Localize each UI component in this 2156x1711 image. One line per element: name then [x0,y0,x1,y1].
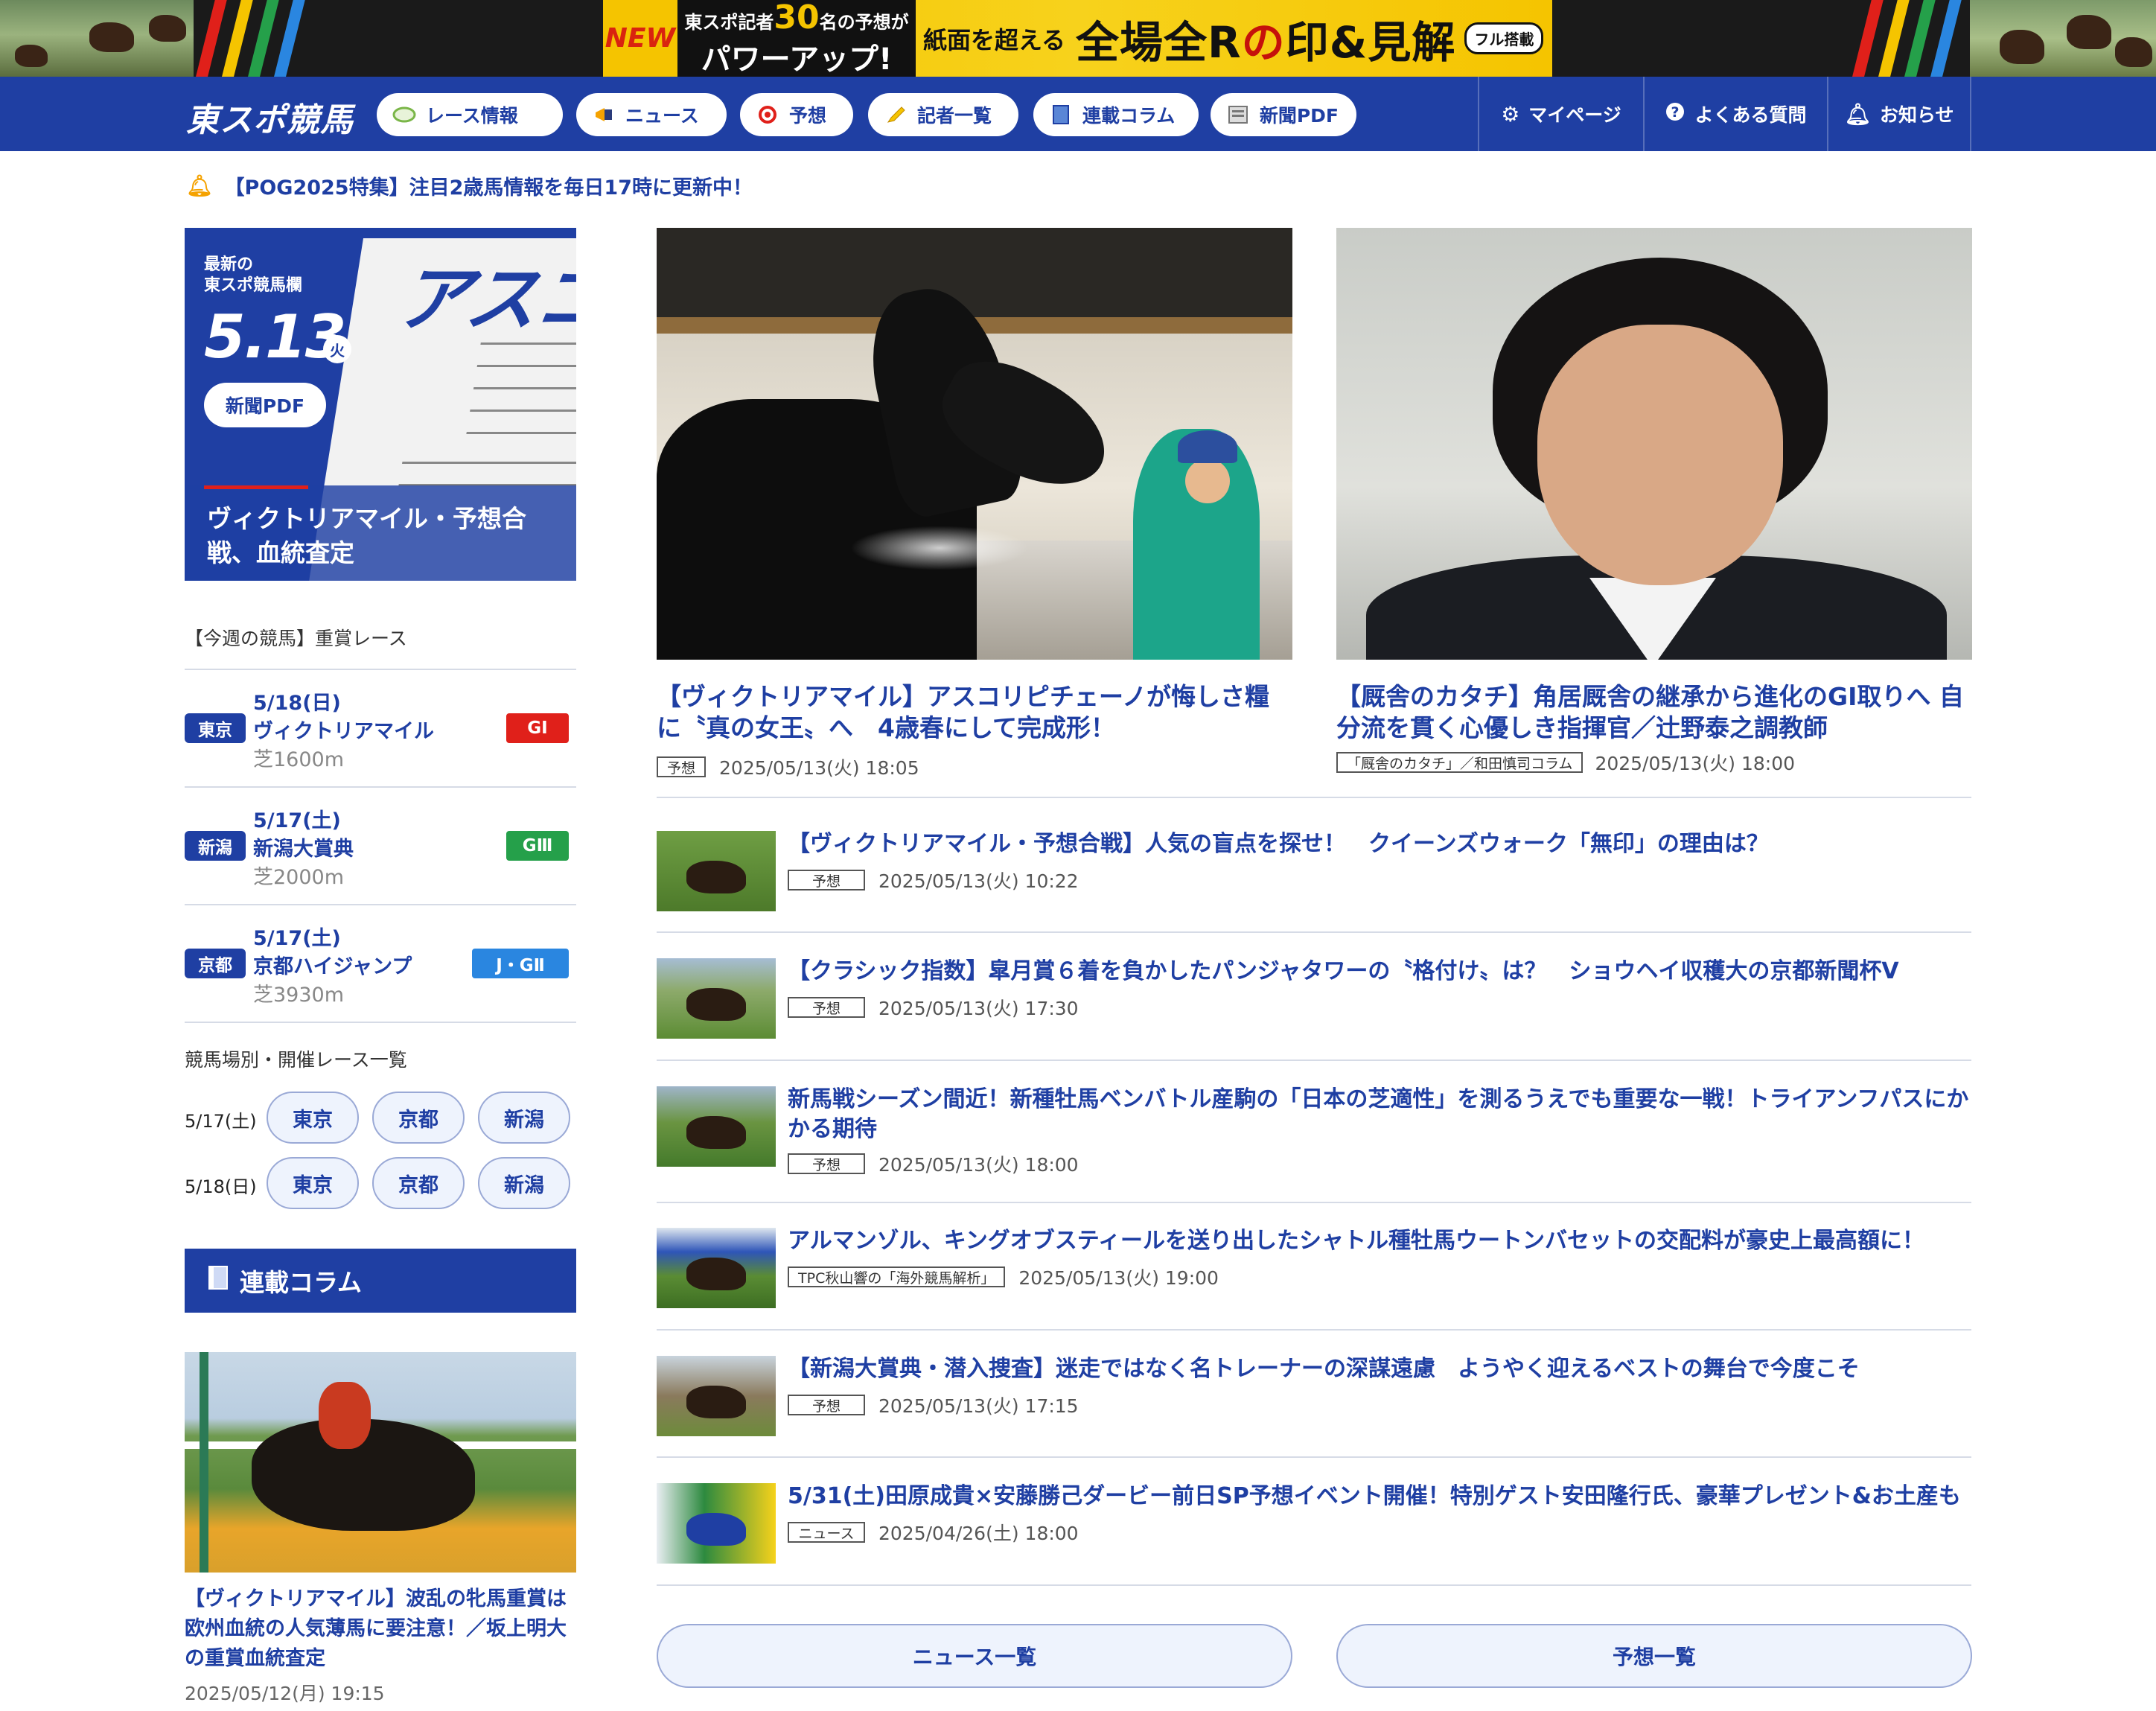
nav-race-info[interactable]: レース情報 [377,93,563,136]
article-thumbnail [657,1356,776,1436]
main-nav: 東スポ競馬 レース情報 ニュース 予想 記者一覧 連載コラム 新聞PDF ⚙ マイ… [0,77,2156,151]
race-row[interactable]: 東京 5/18(日) ヴィクトリアマイル 芝1600m GⅠ [185,669,576,786]
article-title[interactable]: 【ヴィクトリアマイル・予想合戦】人気の盲点を探せ！ クイーンズウォーク「無印」の… [788,829,1971,859]
article-list-item[interactable]: 【クラシック指数】皐月賞６着を負かしたパンジャタワーの〝格付け〟は？ ショウヘイ… [657,925,1971,1052]
article-list-item[interactable]: 新馬戦シーズン間近！新種牡馬ベンバトル産駒の「日本の芝適性」を測るうえでも重要な… [657,1054,1971,1202]
article-title[interactable]: 5/31(土)田原成貴×安藤勝己ダービー前日SP予想イベント開催！特別ゲスト安田… [788,1482,1971,1511]
category-tag: 予想 [788,997,865,1018]
category-tag: 予想 [788,1395,865,1415]
venue-button-kyoto[interactable]: 京都 [372,1092,465,1144]
article-thumbnail [657,1483,776,1564]
race-row[interactable]: 京都 5/17(土) 京都ハイジャンプ 芝3930m J・GⅡ [185,904,576,1022]
venue-button-kyoto[interactable]: 京都 [372,1157,465,1209]
hero-article-title[interactable]: 【ヴィクトリアマイル】アスコリピチェーノが悔しさ糧に〝真の女王〟へ 4歳春にして… [657,681,1292,744]
venue-button-niigata[interactable]: 新潟 [478,1157,570,1209]
article-title[interactable]: アルマンゾル、キングオブスティールを送り出したシャトル種牡馬ウートンバセットの交… [788,1226,1971,1256]
bell-icon: 🔔︎ [186,173,213,198]
column-article-title[interactable]: 【ヴィクトリアマイル】波乱の牝馬重賞は欧州血統の人気薄馬に要注意！／坂上明大の重… [185,1584,579,1674]
nav-faq[interactable]: ? よくある質問 [1643,77,1827,151]
book-icon [1048,105,1074,124]
pdf-caption: ヴィクトリアマイル・予想合戦、血統査定 [185,485,576,581]
nav-mypage[interactable]: ⚙ マイページ [1478,77,1643,151]
article-thumbnail [657,1086,776,1167]
race-name: 京都ハイジャンプ [253,955,412,978]
question-icon: ? [1665,101,1685,127]
article-list-item[interactable]: アルマンゾル、キングオブスティールを送り出したシャトル種牡馬ウートンバセットの交… [657,1195,1971,1322]
hero-photo-trainer[interactable] [1336,228,1972,660]
hero-article-meta: 予想 2025/05/13(火) 18:05 [657,753,919,780]
nav-notifications[interactable]: 🔔︎ お知らせ [1827,77,1971,151]
megaphone-icon [591,105,616,124]
column-photo[interactable] [185,1352,576,1573]
article-title[interactable]: 【クラシック指数】皐月賞６着を負かしたパンジャタワーの〝格付け〟は？ ショウヘイ… [788,957,1971,987]
book-icon [207,1264,229,1298]
venue-button-niigata[interactable]: 新潟 [478,1092,570,1144]
race-name: 新潟大賞典 [253,838,354,861]
weekly-races-heading: 【今週の競馬】重賞レース [185,628,407,649]
gear-icon: ⚙ [1501,101,1520,127]
article-thumbnail [657,1228,776,1308]
column-article-date: 2025/05/12(月) 19:15 [185,1683,385,1704]
nav-writers[interactable]: 記者一覧 [868,93,1018,136]
article-list-item[interactable]: 【新潟大賞典・潜入捜査】迷走ではなく名トレーナーの深謀遠慮 ようやく迎えるベスト… [657,1323,1971,1450]
race-name: ヴィクトリアマイル [253,720,434,743]
pdf-weekday: 火 [323,335,351,363]
venue-badge: 東京 [185,713,246,743]
article-list-item[interactable]: 5/31(土)田原成貴×安藤勝己ダービー前日SP予想イベント開催！特別ゲスト安田… [657,1450,1971,1577]
target-icon [755,105,780,124]
nav-news[interactable]: ニュース [576,93,727,136]
nav-prediction[interactable]: 予想 [740,93,853,136]
article-list-item[interactable]: 【ヴィクトリアマイル・予想合戦】人気の盲点を探せ！ クイーンズウォーク「無印」の… [657,798,1971,925]
nav-pdf[interactable]: 新聞PDF [1211,93,1356,136]
race-row[interactable]: 新潟 5/17(土) 新潟大賞典 芝2000m GⅢ [185,786,576,904]
pdf-date: 5.13 [204,302,346,372]
venue-button-tokyo[interactable]: 東京 [267,1092,359,1144]
pdf-button[interactable]: 新聞PDF [204,383,326,427]
hero-photo-horse[interactable] [657,228,1292,660]
banner-headline: 東スポ記者30名の予想が パワーアップ! [677,0,916,77]
venue-list-heading: 競馬場別・開催レース一覧 [185,1049,407,1071]
racetrack-icon [392,105,417,124]
banner-horse-photo-left [0,0,194,77]
category-tag: 予想 [788,870,865,890]
nav-column[interactable]: 連載コラム [1033,93,1199,136]
venue-button-tokyo[interactable]: 東京 [267,1157,359,1209]
venue-badge: 京都 [185,949,246,978]
newspaper-icon [1225,105,1251,124]
pdf-newspaper-card[interactable]: アスコリ 最新の 東スポ競馬欄 5.13 火 新聞PDF ヴィクトリアマイル・予想… [185,228,576,581]
svg-text:?: ? [1671,104,1680,121]
grade-badge: J・GⅡ [472,949,569,978]
hero-article-meta: 「厩舎のカタチ」／和田慎司コラム 2025/05/13(火) 18:00 [1336,749,1795,776]
banner-new-label: NEW [603,0,677,77]
news-list-button[interactable]: ニュース一覧 [657,1624,1292,1688]
category-tag: ニュース [788,1522,865,1543]
grade-badge: GⅢ [506,831,569,861]
article-title[interactable]: 新馬戦シーズン間近！新種牡馬ベンバトル産駒の「日本の芝適性」を測るうえでも重要な… [788,1085,1971,1144]
article-title[interactable]: 【新潟大賞典・潜入捜査】迷走ではなく名トレーナーの深謀遠慮 ようやく迎えるベスト… [788,1354,1971,1384]
bell-icon: 🔔︎ [1844,101,1872,127]
column-heading[interactable]: 連載コラム [185,1249,576,1313]
category-tag: TPC秋山響の「海外競馬解析」 [788,1266,1006,1287]
category-tag: 予想 [788,1153,865,1174]
grade-badge: GⅠ [506,713,569,743]
pencil-icon [883,105,908,124]
article-thumbnail [657,958,776,1039]
banner-horse-photo-right [1970,0,2156,77]
notice-link[interactable]: 🔔︎ 【POG2025特集】注目2歳馬情報を毎日17時に更新中！ [186,171,753,200]
category-tag: 予想 [657,756,707,777]
promo-banner[interactable]: NEW 東スポ記者30名の予想が パワーアップ! 紙面を超える 全場全Rの印&見… [0,0,2156,77]
category-tag: 「厩舎のカタチ」／和田慎司コラム [1336,752,1583,773]
prediction-list-button[interactable]: 予想一覧 [1336,1624,1972,1688]
venue-badge: 新潟 [185,831,246,861]
banner-tagline: 紙面を超える 全場全Rの印&見解 フル搭載 [923,0,1544,77]
article-thumbnail [657,831,776,911]
hero-article-title[interactable]: 【厩舎のカタチ】角居厩舎の継承から進化のGⅠ取りへ 自分流を貫く心優しき指揮官／… [1336,681,1972,744]
site-logo[interactable]: 東スポ競馬 [186,93,354,141]
